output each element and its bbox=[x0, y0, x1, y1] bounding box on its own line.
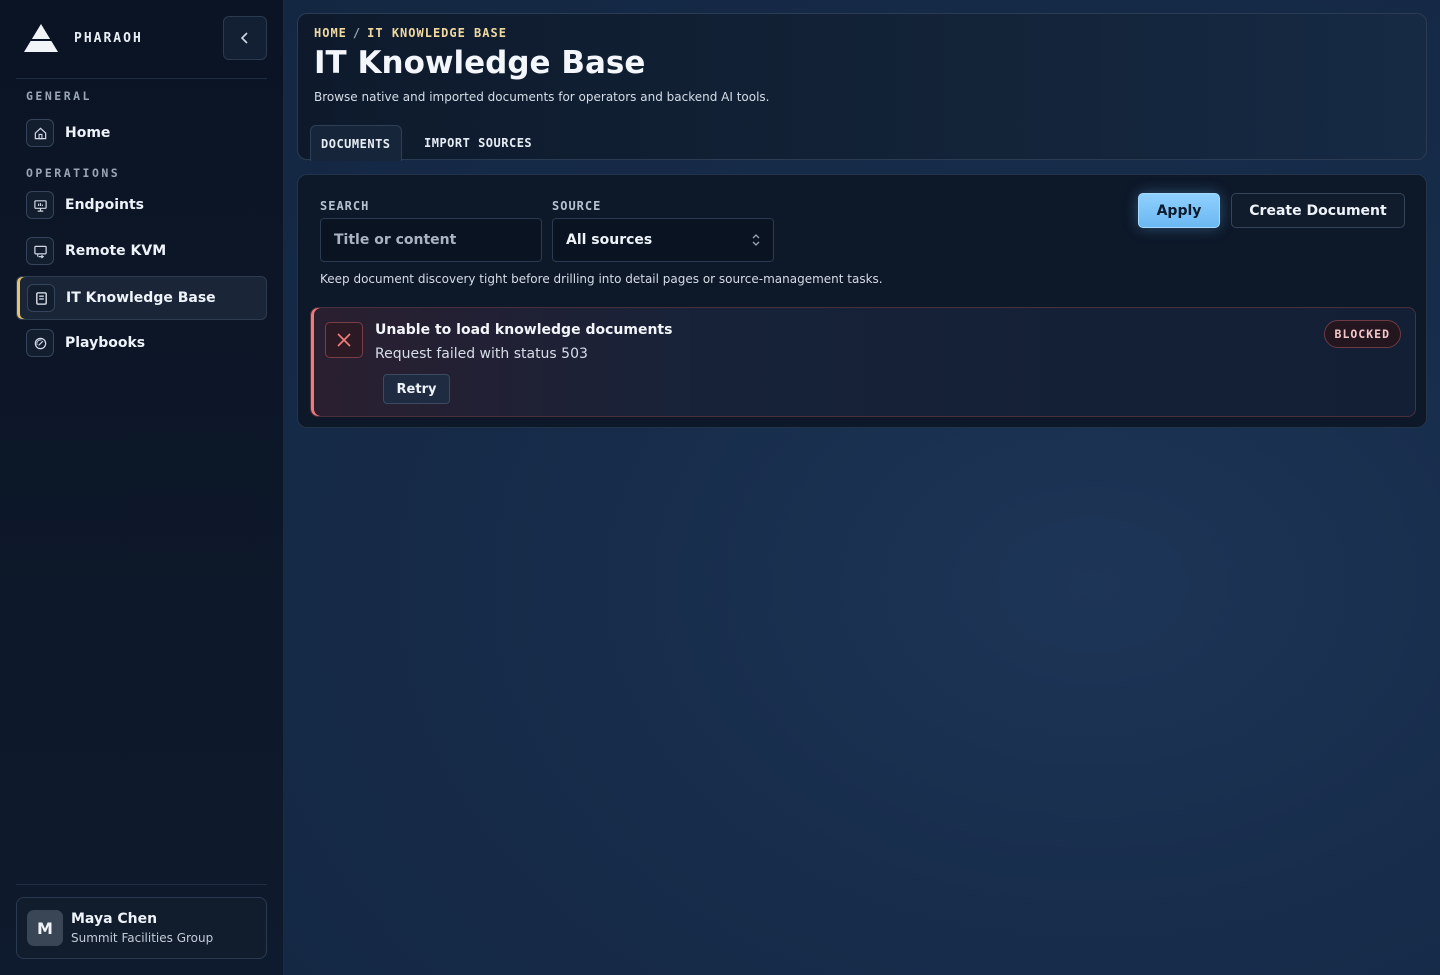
status-badge: BLOCKED bbox=[1323, 320, 1401, 348]
source-label: SOURCE bbox=[552, 199, 602, 213]
sidebar-item-playbooks[interactable]: Playbooks bbox=[16, 321, 267, 365]
section-label-operations: OPERATIONS bbox=[26, 166, 121, 180]
search-field[interactable] bbox=[320, 218, 542, 262]
tab-documents[interactable]: DOCUMENTS bbox=[310, 125, 402, 161]
section-label-general: GENERAL bbox=[26, 89, 92, 103]
sidebar-item-it-knowledge-base[interactable]: IT Knowledge Base bbox=[16, 276, 267, 320]
sidebar-item-home[interactable]: Home bbox=[16, 111, 267, 155]
sidebar-item-label: Remote KVM bbox=[65, 243, 167, 259]
monitor-icon bbox=[26, 191, 54, 219]
sidebar-item-endpoints[interactable]: Endpoints bbox=[16, 183, 267, 227]
book-icon bbox=[27, 284, 55, 312]
filter-helper-text: Keep document discovery tight before dri… bbox=[320, 272, 883, 286]
pharaoh-logo-icon bbox=[24, 24, 58, 52]
user-card[interactable]: M Maya Chen Summit Facilities Group bbox=[16, 897, 267, 959]
error-x-icon bbox=[325, 322, 363, 358]
source-select[interactable]: All sources bbox=[552, 218, 774, 262]
avatar: M bbox=[27, 910, 63, 946]
documents-panel: SEARCH SOURCE All sources Apply Create D… bbox=[297, 174, 1427, 428]
gauge-icon bbox=[26, 329, 54, 357]
page-title: IT Knowledge Base bbox=[314, 45, 646, 81]
retry-button[interactable]: Retry bbox=[383, 374, 450, 404]
collapse-sidebar-button[interactable] bbox=[223, 16, 267, 60]
page-subtitle: Browse native and imported documents for… bbox=[314, 90, 770, 104]
sidebar: PHARAOH GENERAL Home OPERATIONS Endpoint… bbox=[0, 0, 284, 975]
kvm-icon bbox=[26, 237, 54, 265]
error-title: Unable to load knowledge documents bbox=[375, 322, 673, 338]
chevron-left-icon bbox=[240, 32, 248, 44]
breadcrumb-separator: / bbox=[352, 26, 362, 40]
search-input[interactable] bbox=[334, 232, 528, 248]
breadcrumb: HOME / IT KNOWLEDGE BASE bbox=[314, 26, 507, 40]
error-message: Request failed with status 503 bbox=[375, 346, 588, 362]
page-header: HOME / IT KNOWLEDGE BASE IT Knowledge Base… bbox=[297, 13, 1427, 161]
sidebar-item-remote-kvm[interactable]: Remote KVM bbox=[16, 229, 267, 273]
sidebar-item-label: Playbooks bbox=[65, 335, 146, 351]
sidebar-item-label: Home bbox=[65, 125, 111, 141]
apply-button[interactable]: Apply bbox=[1138, 193, 1220, 228]
create-document-button[interactable]: Create Document bbox=[1231, 193, 1405, 228]
search-label: SEARCH bbox=[320, 199, 370, 213]
breadcrumb-home[interactable]: HOME bbox=[314, 26, 347, 40]
source-select-value: All sources bbox=[566, 232, 653, 248]
sidebar-item-label: Endpoints bbox=[65, 197, 144, 213]
sidebar-divider bbox=[16, 78, 267, 79]
select-caret-icon bbox=[752, 234, 760, 246]
error-alert: Unable to load knowledge documents Reque… bbox=[310, 307, 1416, 417]
tab-import-sources[interactable]: IMPORT SOURCES bbox=[414, 125, 542, 161]
brand[interactable]: PHARAOH bbox=[22, 22, 143, 54]
app-name: PHARAOH bbox=[74, 30, 143, 46]
breadcrumb-current: IT KNOWLEDGE BASE bbox=[367, 26, 507, 40]
user-org: Summit Facilities Group bbox=[71, 931, 214, 945]
sidebar-item-label: IT Knowledge Base bbox=[66, 290, 216, 306]
home-icon bbox=[26, 119, 54, 147]
user-name: Maya Chen bbox=[71, 911, 158, 927]
sidebar-divider bbox=[16, 884, 267, 885]
